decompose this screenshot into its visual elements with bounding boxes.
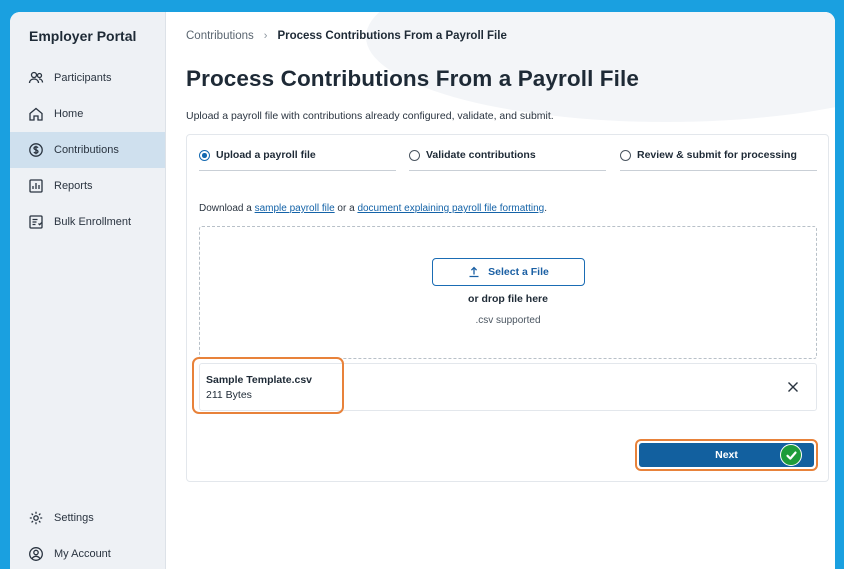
brand-title: Employer Portal xyxy=(29,28,137,44)
next-button[interactable]: Next xyxy=(639,443,814,467)
step-radio-icon xyxy=(409,150,420,161)
app-window: Employer Portal Participants Home Contri… xyxy=(10,12,835,569)
upload-card: Upload a payroll file Validate contribut… xyxy=(186,134,829,482)
sidebar-item-label: Settings xyxy=(54,512,94,524)
file-name: Sample Template.csv xyxy=(206,374,313,386)
sidebar-item-label: Reports xyxy=(54,180,93,192)
formatting-doc-link[interactable]: document explaining payroll file formatt… xyxy=(357,203,544,214)
download-prefix: Download a xyxy=(199,203,255,214)
download-instructions: Download a sample payroll file or a docu… xyxy=(199,203,547,214)
sidebar-item-label: My Account xyxy=(54,548,111,560)
sidebar-item-contributions[interactable]: Contributions xyxy=(10,132,165,168)
select-file-label: Select a File xyxy=(488,266,549,278)
stepper: Upload a payroll file Validate contribut… xyxy=(199,149,817,171)
page-subtitle: Upload a payroll file with contributions… xyxy=(186,110,554,122)
drop-hint: or drop file here xyxy=(468,293,548,305)
download-middle: or a xyxy=(334,203,358,214)
step-upload[interactable]: Upload a payroll file xyxy=(199,149,396,171)
sidebar-item-settings[interactable]: Settings xyxy=(10,500,165,536)
uploaded-file-row: Sample Template.csv 211 Bytes xyxy=(192,357,817,414)
file-dropzone[interactable]: Select a File or drop file here .csv sup… xyxy=(199,226,817,359)
participants-icon xyxy=(28,70,44,86)
remove-file-button[interactable] xyxy=(786,380,800,394)
sample-file-link[interactable]: sample payroll file xyxy=(255,203,335,214)
page-title: Process Contributions From a Payroll Fil… xyxy=(186,66,639,91)
home-icon xyxy=(28,106,44,122)
sidebar-item-reports[interactable]: Reports xyxy=(10,168,165,204)
sidebar-item-label: Home xyxy=(54,108,84,120)
next-button-label: Next xyxy=(715,449,738,461)
breadcrumb: Contributions › Process Contributions Fr… xyxy=(186,30,507,42)
sidebar-item-label: Contributions xyxy=(54,144,119,156)
step-label: Upload a payroll file xyxy=(216,149,316,161)
step-review-submit[interactable]: Review & submit for processing xyxy=(620,149,817,171)
sidebar-item-label: Bulk Enrollment xyxy=(54,216,132,228)
sidebar-bottom: Settings My Account xyxy=(10,500,165,569)
file-size: 211 Bytes xyxy=(206,389,252,401)
download-suffix: . xyxy=(544,203,547,214)
step-label: Review & submit for processing xyxy=(637,149,797,161)
step-radio-icon xyxy=(199,150,210,161)
select-file-button[interactable]: Select a File xyxy=(432,258,585,286)
reports-icon xyxy=(28,178,44,194)
sidebar-item-bulk-enrollment[interactable]: Bulk Enrollment xyxy=(10,204,165,240)
step-radio-icon xyxy=(620,150,631,161)
sidebar-item-home[interactable]: Home xyxy=(10,96,165,132)
step-label: Validate contributions xyxy=(426,149,536,161)
breadcrumb-current: Process Contributions From a Payroll Fil… xyxy=(277,30,507,42)
contributions-icon xyxy=(28,142,44,158)
account-icon xyxy=(28,546,44,562)
checkmark-icon xyxy=(780,444,802,466)
sidebar-item-my-account[interactable]: My Account xyxy=(10,536,165,569)
sidebar-item-participants[interactable]: Participants xyxy=(10,60,165,96)
sidebar-item-label: Participants xyxy=(54,72,112,84)
main-content: Contributions › Process Contributions Fr… xyxy=(166,12,835,569)
breadcrumb-parent-link[interactable]: Contributions xyxy=(186,30,254,42)
close-icon xyxy=(788,382,798,392)
upload-icon xyxy=(469,266,479,278)
sidebar: Employer Portal Participants Home Contri… xyxy=(10,12,166,569)
step-validate[interactable]: Validate contributions xyxy=(409,149,606,171)
bulk-enrollment-icon xyxy=(28,214,44,230)
breadcrumb-separator: › xyxy=(263,30,268,42)
supported-formats: .csv supported xyxy=(475,315,541,326)
gear-icon xyxy=(28,510,44,526)
next-button-highlight: Next xyxy=(635,439,818,471)
